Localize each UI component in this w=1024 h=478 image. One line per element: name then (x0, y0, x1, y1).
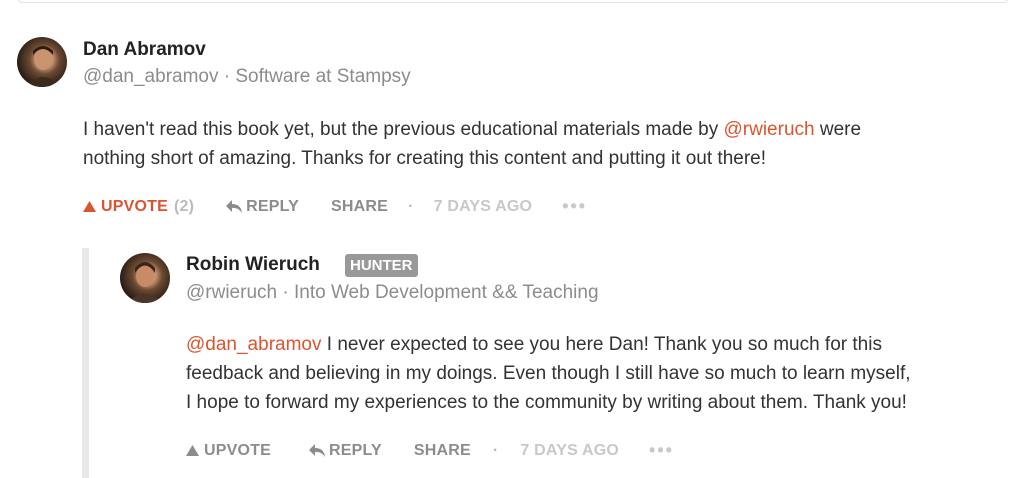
avatar-dan-abramov[interactable] (17, 37, 67, 87)
mention-link-dan-abramov[interactable]: @dan_abramov (186, 334, 321, 355)
reply-body: @dan_abramov I never expected to see you… (186, 330, 911, 417)
reply-more-options-icon[interactable]: ••• (649, 440, 674, 461)
avatar-robin-wieruch[interactable] (120, 253, 170, 303)
more-options-icon[interactable]: ••• (562, 196, 587, 217)
reply-thread-line (82, 248, 89, 478)
reply-author-name[interactable]: Robin Wieruch (186, 254, 320, 276)
comment-body: I haven't read this book yet, but the pr… (83, 115, 861, 173)
timestamp[interactable]: 7 DAYS AGO (434, 198, 533, 216)
separator: · (408, 197, 414, 215)
reply-button[interactable]: REPLY (226, 198, 299, 216)
separator: · (492, 441, 499, 459)
share-button[interactable]: SHARE (331, 198, 388, 216)
reply-text: I never expected to see you here Dan! Th… (321, 334, 882, 355)
upvote-triangle-icon (83, 201, 96, 212)
comment-text: were (814, 119, 862, 140)
reply-actions: UPVOTE REPLY SHARE · 7 DAYS AGO ••• (186, 440, 674, 461)
reply-text: I hope to forward my experiences to the … (186, 392, 907, 413)
reply-arrow-icon (226, 199, 243, 213)
reply-reply-button[interactable]: REPLY (309, 442, 382, 460)
upvote-count: (2) (174, 197, 195, 215)
reply-upvote-button[interactable]: UPVOTE (186, 442, 271, 460)
reply-label: REPLY (246, 197, 300, 215)
mention-link-rwieruch[interactable]: @rwieruch (724, 119, 815, 140)
upvote-triangle-icon (186, 445, 199, 456)
hunter-badge: HUNTER (345, 254, 418, 277)
comment-text: I haven't read this book yet, but the pr… (83, 119, 724, 140)
reply-timestamp[interactable]: 7 DAYS AGO (520, 442, 619, 460)
comment-actions: UPVOTE (2) REPLY SHARE · 7 DAYS AGO ••• (83, 196, 587, 217)
upvote-button[interactable]: UPVOTE (2) (83, 198, 194, 216)
reply-text: feedback and believing in my doings. Eve… (186, 363, 911, 384)
reply-share-button[interactable]: SHARE (414, 442, 471, 460)
reply-author-meta: @rwieruch · Into Web Development && Teac… (186, 282, 599, 303)
reply-label: REPLY (329, 441, 382, 459)
comment-author-name[interactable]: Dan Abramov (83, 39, 206, 61)
comment-author-meta: @dan_abramov · Software at Stampsy (83, 66, 411, 87)
upvote-label: UPVOTE (204, 441, 271, 459)
comment-text: nothing short of amazing. Thanks for cre… (83, 148, 767, 169)
upvote-label: UPVOTE (101, 197, 168, 215)
reply-arrow-icon (309, 443, 325, 457)
previous-card-edge (18, 0, 1008, 3)
